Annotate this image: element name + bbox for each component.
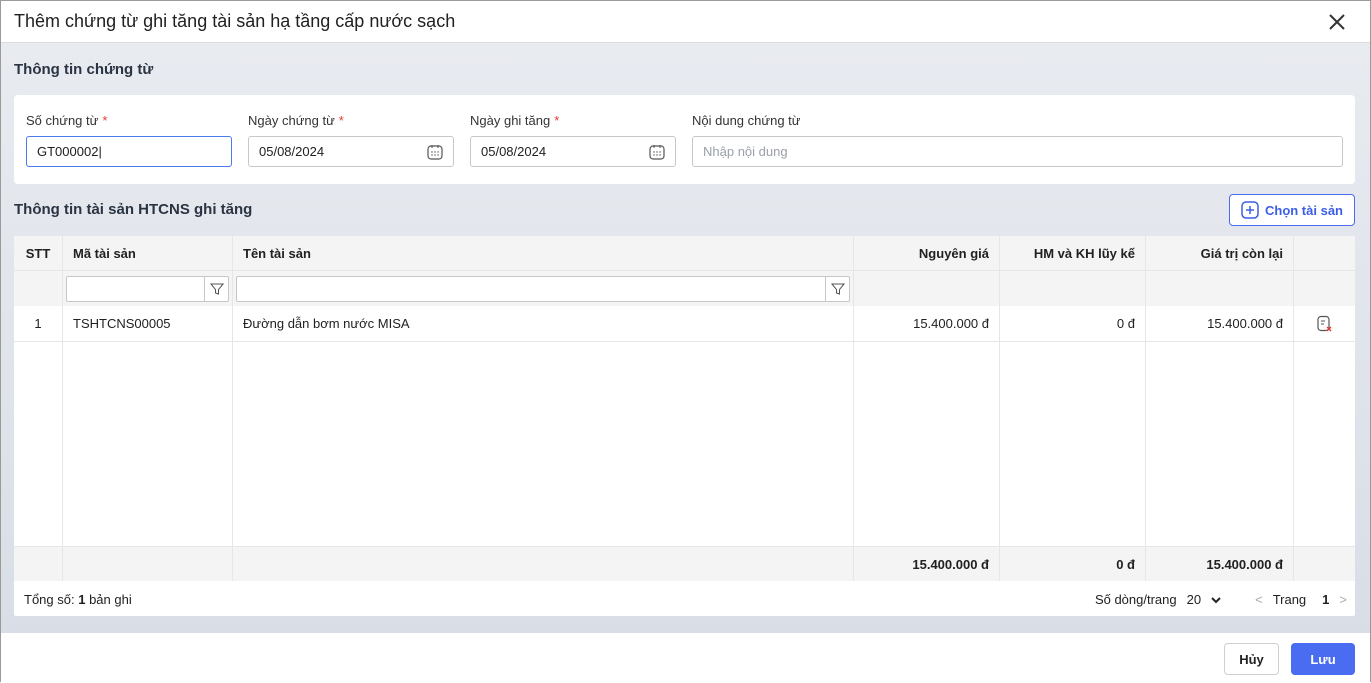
col-action bbox=[1294, 236, 1355, 270]
total-records: Tổng số: 1 bản ghi bbox=[24, 592, 132, 607]
ngay-chung-tu-label: Ngày chứng từ * bbox=[248, 113, 344, 128]
prev-page-button[interactable]: < bbox=[1255, 592, 1263, 607]
dialog-title: Thêm chứng từ ghi tăng tài sản hạ tầng c… bbox=[14, 11, 456, 31]
filter-icon[interactable] bbox=[204, 276, 228, 301]
assets-table: STT Mã tài sản Tên tài sản Nguyên giá HM… bbox=[14, 236, 1355, 616]
calendar-icon[interactable] bbox=[649, 144, 665, 160]
next-page-button[interactable]: > bbox=[1339, 592, 1347, 607]
col-con-lai[interactable]: Giá trị còn lại bbox=[1146, 236, 1294, 270]
total-con-lai: 15.400.000 đ bbox=[1146, 547, 1294, 581]
col-nguyen-gia[interactable]: Nguyên giá bbox=[854, 236, 1000, 270]
col-hm[interactable]: HM và KH lũy kế bbox=[1000, 236, 1146, 270]
ten-filter-input[interactable] bbox=[236, 275, 850, 302]
voucher-section-title: Thông tin chứng từ bbox=[14, 61, 154, 78]
noi-dung-label: Nội dung chứng từ bbox=[692, 113, 801, 128]
current-page: 1 bbox=[1322, 592, 1330, 607]
total-hm: 0 đ bbox=[1000, 547, 1146, 581]
dialog-footer: Hủy Lưu bbox=[1, 633, 1370, 683]
chevron-down-icon bbox=[1211, 596, 1221, 603]
total-nguyen-gia: 15.400.000 đ bbox=[854, 547, 1000, 581]
close-icon[interactable] bbox=[1326, 11, 1348, 33]
cancel-button[interactable]: Hủy bbox=[1224, 643, 1279, 675]
col-ma[interactable]: Mã tài sản bbox=[63, 236, 233, 270]
totals-row: 15.400.000 đ 0 đ 15.400.000 đ bbox=[14, 546, 1355, 581]
page-size-label: Số dòng/trang bbox=[1094, 592, 1177, 607]
ma-filter-input[interactable] bbox=[66, 275, 229, 302]
save-button[interactable]: Lưu bbox=[1291, 643, 1355, 675]
col-ten[interactable]: Tên tài sản bbox=[233, 236, 854, 270]
choose-asset-button[interactable]: Chọn tài sản bbox=[1229, 194, 1355, 226]
noi-dung-input[interactable]: Nhập nội dung bbox=[692, 136, 1343, 167]
calendar-icon[interactable] bbox=[427, 144, 443, 160]
voucher-card: Số chứng từ * GT000002| Ngày chứng từ * 05… bbox=[14, 95, 1355, 184]
dialog-header: Thêm chứng từ ghi tăng tài sản hạ tầng c… bbox=[1, 1, 1370, 43]
ngay-ghi-tang-label: Ngày ghi tăng * bbox=[470, 113, 560, 128]
ngay-chung-tu-input[interactable]: 05/08/2024 bbox=[248, 136, 454, 167]
ngay-ghi-tang-input[interactable]: 05/08/2024 bbox=[470, 136, 676, 167]
pager: Tổng số: 1 bản ghi Số dòng/trang 20 < Tr… bbox=[14, 581, 1355, 616]
page-label: Trang bbox=[1272, 592, 1307, 607]
so-chung-tu-label: Số chứng từ * bbox=[26, 113, 108, 128]
col-stt: STT bbox=[14, 236, 63, 270]
plus-icon bbox=[1241, 201, 1259, 219]
filter-row bbox=[14, 271, 1355, 306]
so-chung-tu-input[interactable]: GT000002| bbox=[26, 136, 232, 167]
table-row[interactable]: 1 TSHTCNS00005 Đường dẫn bơm nước MISA 1… bbox=[14, 306, 1355, 342]
page-size-select[interactable]: 20 bbox=[1187, 592, 1221, 607]
remove-row-icon[interactable] bbox=[1316, 315, 1334, 333]
table-header: STT Mã tài sản Tên tài sản Nguyên giá HM… bbox=[14, 236, 1355, 271]
dialog: Thêm chứng từ ghi tăng tài sản hạ tầng c… bbox=[0, 0, 1371, 683]
assets-section-title: Thông tin tài sản HTCNS ghi tăng bbox=[14, 201, 253, 218]
filter-icon[interactable] bbox=[825, 276, 849, 301]
